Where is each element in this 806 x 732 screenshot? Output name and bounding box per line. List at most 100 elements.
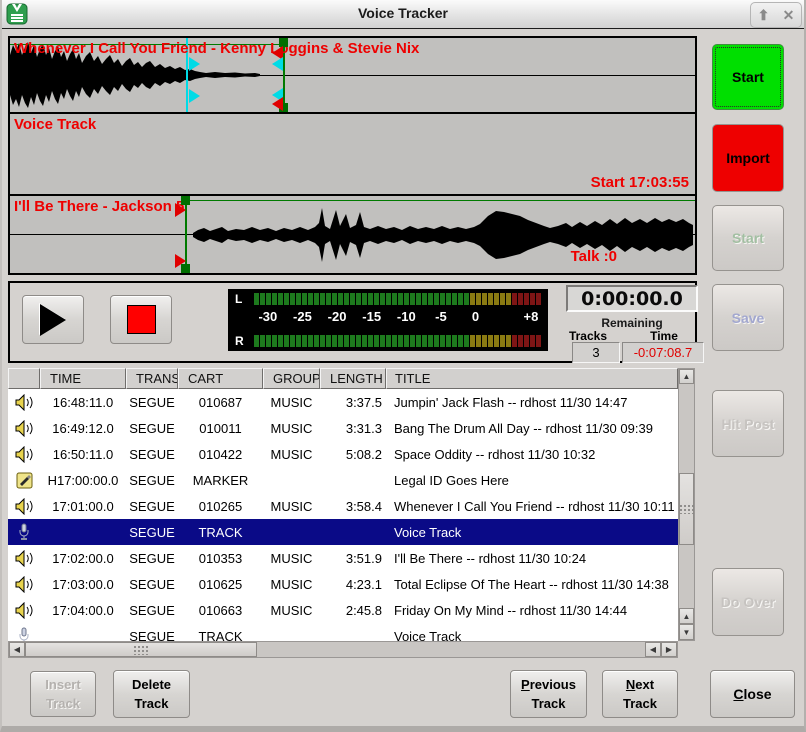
meter-segment — [482, 335, 487, 347]
meter-segment — [386, 293, 391, 305]
meter-segment — [506, 293, 511, 305]
vertical-scrollbar[interactable]: ▲ ▲ ▼ — [678, 368, 695, 641]
talk-marker-arrow[interactable] — [189, 89, 200, 103]
log-cell-group: MUSIC — [263, 421, 320, 436]
horizontal-scrollbar[interactable]: ◀ ◀ ▶ — [8, 641, 678, 658]
log-row[interactable]: 17:03:00.0SEGUE010625MUSIC4:23.1Total Ec… — [8, 571, 678, 597]
meter-segment — [500, 293, 505, 305]
scroll-left-icon[interactable]: ◀ — [645, 642, 661, 657]
audio-cart-icon — [14, 550, 34, 567]
time-remaining-value: -0:07:08.7 — [622, 342, 704, 363]
header-icon-col[interactable] — [8, 368, 40, 389]
previous-track-line2: Track — [532, 694, 566, 714]
waveform-panel-next-track[interactable]: I'll Be There - Jackson 5 Talk :0 — [8, 194, 697, 275]
log-cell-cart: TRACK — [178, 525, 263, 540]
play-button[interactable] — [22, 295, 84, 344]
log-row[interactable]: 17:04:00.0SEGUE010663MUSIC2:45.8Friday O… — [8, 597, 678, 623]
meter-segment — [320, 335, 325, 347]
previous-track-button[interactable]: Previous Track — [510, 670, 587, 718]
meter-segment — [410, 335, 415, 347]
scroll-right-icon[interactable]: ▶ — [661, 642, 677, 657]
talk-time-label: Talk :0 — [571, 248, 617, 265]
vscroll-thumb[interactable] — [679, 473, 694, 545]
log-cell-icon — [8, 627, 40, 641]
header-trans[interactable]: TRANS — [126, 368, 178, 389]
log-cell-length: 3:37.5 — [320, 395, 386, 410]
meter-left-bar — [254, 293, 542, 305]
audio-cart-icon — [14, 602, 34, 619]
log-cell-icon — [8, 420, 40, 437]
log-cell-cart: 010353 — [178, 551, 263, 566]
import-button[interactable]: Import — [712, 124, 784, 192]
log-cell-icon — [8, 523, 40, 541]
log-cell-icon — [8, 498, 40, 515]
log-cell-length: 5:08.2 — [320, 447, 386, 462]
next-track-button[interactable]: Next Track — [602, 670, 678, 718]
log-cell-time: 17:04:00.0 — [40, 603, 126, 618]
log-cell-title: Friday On My Mind -- rdhost 11/30 14:44 — [386, 603, 678, 618]
meter-segment — [434, 335, 439, 347]
meter-scale-label: -10 — [397, 309, 416, 324]
save-label: Save — [732, 310, 765, 326]
start-record-button[interactable]: Start — [712, 44, 784, 110]
meter-segment — [338, 293, 343, 305]
meter-segment — [488, 335, 493, 347]
log-cell-title: Whenever I Call You Friend -- rdhost 11/… — [386, 499, 678, 514]
header-cart[interactable]: CART — [178, 368, 263, 389]
previous-track-line1: Previous — [521, 675, 576, 695]
start-time-label: Start 17:03:55 — [591, 174, 689, 191]
hscroll-thumb[interactable] — [25, 642, 257, 657]
log-cell-trans: SEGUE — [126, 395, 178, 410]
window-controls: ⬆ ✕ — [750, 2, 802, 28]
scroll-up-icon[interactable]: ▲ — [679, 608, 694, 624]
stop-button[interactable] — [110, 295, 172, 344]
meter-segment — [422, 293, 427, 305]
log-cell-title: Voice Track — [386, 525, 678, 540]
log-table: TIME TRANS CART GROUP LENGTH TITLE 16:48… — [8, 368, 695, 658]
meter-segment — [350, 293, 355, 305]
log-row[interactable]: H17:00:00.0SEGUEMARKERLegal ID Goes Here — [8, 467, 678, 493]
shade-icon[interactable]: ⬆ — [758, 8, 770, 22]
header-group[interactable]: GROUP — [263, 368, 320, 389]
scroll-up-icon[interactable]: ▲ — [679, 369, 694, 384]
delete-track-button[interactable]: Delete Track — [113, 670, 190, 718]
close-window-icon[interactable]: ✕ — [783, 8, 795, 22]
meter-segment — [500, 335, 505, 347]
meter-segment — [392, 293, 397, 305]
header-length[interactable]: LENGTH — [320, 368, 386, 389]
log-cell-trans: SEGUE — [126, 629, 178, 642]
meter-scale-label: -5 — [435, 309, 447, 324]
talk-end-arrow[interactable] — [272, 57, 283, 71]
waveform-panel-voice-track[interactable]: Voice Track Start 17:03:55 — [8, 112, 697, 196]
meter-scale-label: -20 — [328, 309, 347, 324]
close-button[interactable]: Close — [710, 670, 795, 718]
meter-segment — [458, 293, 463, 305]
header-time[interactable]: TIME — [40, 368, 126, 389]
fade-marker-arrow[interactable] — [272, 97, 283, 111]
talk-marker-arrow[interactable] — [189, 57, 200, 71]
log-cell-length: 2:45.8 — [320, 603, 386, 618]
start-marker-arrow[interactable] — [175, 203, 186, 217]
log-row[interactable]: SEGUETRACKVoice Track — [8, 623, 678, 641]
meter-segment — [488, 293, 493, 305]
log-row[interactable]: 16:49:12.0SEGUE010011MUSIC3:31.3Bang The… — [8, 415, 678, 441]
log-row[interactable]: 16:48:11.0SEGUE010687MUSIC3:37.5Jumpin' … — [8, 389, 678, 415]
log-cell-time: 16:50:11.0 — [40, 447, 126, 462]
log-row[interactable]: 16:50:11.0SEGUE010422MUSIC5:08.2Space Od… — [8, 441, 678, 467]
waveform-panel-previous-track[interactable]: Whenever I Call You Friend - Kenny Loggi… — [8, 36, 697, 114]
meter-segment — [524, 335, 529, 347]
play-icon — [40, 304, 66, 336]
next-track-line2: Track — [623, 694, 657, 714]
log-row-selected[interactable]: SEGUETRACKVoice Track — [8, 519, 678, 545]
header-title[interactable]: TITLE — [386, 368, 678, 389]
log-row[interactable]: 17:01:00.0SEGUE010265MUSIC3:58.4Whenever… — [8, 493, 678, 519]
scroll-left-icon[interactable]: ◀ — [9, 642, 25, 657]
audio-meter: L -30-25-20-15-10-50+8 R — [228, 289, 548, 351]
meter-segment — [380, 335, 385, 347]
scroll-down-icon[interactable]: ▼ — [679, 624, 694, 640]
log-row[interactable]: 17:02:00.0SEGUE010353MUSIC3:51.9I'll Be … — [8, 545, 678, 571]
meter-segment — [428, 293, 433, 305]
start-marker-arrow[interactable] — [175, 254, 186, 268]
log-cell-cart: 010011 — [178, 421, 263, 436]
waveform-stack: Whenever I Call You Friend - Kenny Loggi… — [8, 36, 697, 275]
